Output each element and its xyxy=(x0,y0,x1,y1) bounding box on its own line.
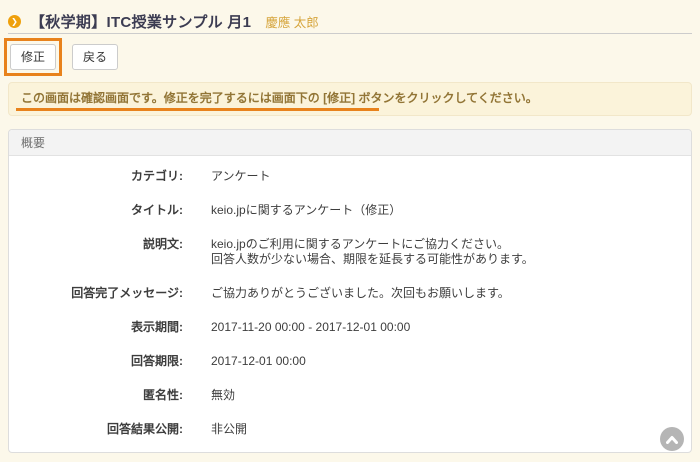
page-header: ❯ 【秋学期】ITC授業サンプル 月1 慶應 太郎 xyxy=(8,0,692,33)
confirmation-notice: この画面は確認画面です。修正を完了するには画面下の [修正] ボタンをクリックし… xyxy=(8,82,692,116)
field-value: 無効 xyxy=(211,388,235,403)
page: ❯ 【秋学期】ITC授業サンプル 月1 慶應 太郎 修正 戻る この画面は確認画… xyxy=(0,0,700,462)
field-value: keio.jpのご利用に関するアンケートにご協力ください。 回答人数が少ない場合… xyxy=(211,237,534,267)
field-label: 表示期間: xyxy=(9,320,183,335)
page-title: 【秋学期】ITC授業サンプル 月1 xyxy=(30,11,251,32)
field-row-description: 説明文: keio.jpのご利用に関するアンケートにご協力ください。 回答人数が… xyxy=(9,237,691,267)
field-row-anonymity: 匿名性: 無効 xyxy=(9,388,691,403)
field-row-answer-deadline: 回答期限: 2017-12-01 00:00 xyxy=(9,354,691,369)
owner-name: 慶應 太郎 xyxy=(265,12,318,31)
annotation-underline xyxy=(16,108,379,111)
field-row-result-publication: 回答結果公開: 非公開 xyxy=(9,422,691,437)
field-label: 回答期限: xyxy=(9,354,183,369)
toolbar: 修正 戻る xyxy=(8,39,692,75)
edit-button[interactable]: 修正 xyxy=(10,44,56,70)
field-label: カテゴリ: xyxy=(9,169,183,184)
annotation-highlight-box: 修正 xyxy=(4,38,62,76)
field-label: 回答完了メッセージ: xyxy=(9,286,183,301)
field-row-completion-message: 回答完了メッセージ: ご協力ありがとうございました。次回もお願いします。 xyxy=(9,286,691,301)
field-row-title: タイトル: keio.jpに関するアンケート（修正） xyxy=(9,203,691,218)
scroll-to-top-button[interactable] xyxy=(660,427,684,451)
field-row-category: カテゴリ: アンケート xyxy=(9,169,691,184)
back-button[interactable]: 戻る xyxy=(72,44,118,70)
overview-panel: 概要 カテゴリ: アンケート タイトル: keio.jpに関するアンケート（修正… xyxy=(8,129,692,453)
notice-text: この画面は確認画面です。修正を完了するには画面下の [修正] ボタンをクリックし… xyxy=(21,91,538,105)
field-value: keio.jpに関するアンケート（修正） xyxy=(211,203,401,218)
field-value: 非公開 xyxy=(211,422,247,437)
field-label: 回答結果公開: xyxy=(9,422,183,437)
field-label: 説明文: xyxy=(9,237,183,267)
field-value: ご協力ありがとうございました。次回もお願いします。 xyxy=(211,286,510,301)
field-value: アンケート xyxy=(211,169,271,184)
field-label: タイトル: xyxy=(9,203,183,218)
field-value: 2017-11-20 00:00 - 2017-12-01 00:00 xyxy=(211,320,410,335)
panel-header-title: 概要 xyxy=(9,130,691,156)
field-value: 2017-12-01 00:00 xyxy=(211,354,306,369)
field-row-display-period: 表示期間: 2017-11-20 00:00 - 2017-12-01 00:0… xyxy=(9,320,691,335)
panel-body: カテゴリ: アンケート タイトル: keio.jpに関するアンケート（修正） 説… xyxy=(9,156,691,437)
header-divider xyxy=(8,33,692,34)
field-label: 匿名性: xyxy=(9,388,183,403)
chevron-right-circle-icon: ❯ xyxy=(8,15,21,28)
chevron-up-icon xyxy=(666,435,678,444)
